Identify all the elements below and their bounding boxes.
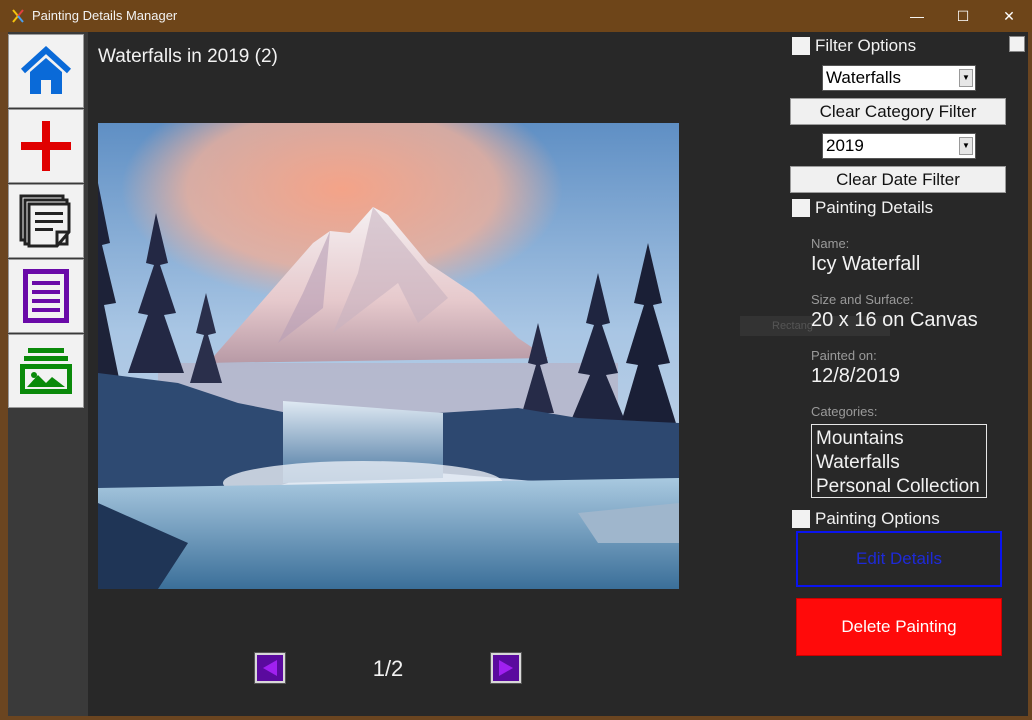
list-item: Waterfalls [816,452,900,473]
painting-image [98,123,679,589]
collapse-toggle-icon [792,199,810,217]
sidebar [8,32,88,716]
size-label: Size and Surface: [811,292,914,307]
minimize-icon: — [910,8,924,24]
painting-options-header[interactable]: Painting Options [792,509,940,529]
collapse-toggle-icon [792,37,810,55]
list-item: Mountains [816,428,904,449]
dropdown-arrow-icon: ▼ [959,137,973,155]
add-icon [21,121,71,171]
nav-list-button[interactable] [8,259,84,333]
clear-category-button[interactable]: Clear Category Filter [790,98,1006,125]
category-select-value: Waterfalls [826,68,901,87]
painted-on-label: Painted on: [811,348,877,363]
edit-details-button[interactable]: Edit Details [796,531,1002,587]
app-icon [12,9,24,23]
documents-icon [19,194,71,248]
delete-painting-button[interactable]: Delete Painting [796,598,1002,656]
page-indicator: 1/2 [372,656,404,681]
next-page-button[interactable] [490,652,522,684]
app-window: Painting Details Manager — ☐ ✕ Waterfall… [0,0,1032,720]
categories-list[interactable]: Mountains Waterfalls Personal Collection [811,424,987,498]
category-select[interactable]: Waterfalls ▼ [822,65,976,91]
maximize-icon: ☐ [956,7,970,24]
size-value: 20 x 16 on Canvas [811,309,978,331]
nav-add-button[interactable] [8,109,84,183]
painting-options-title: Painting Options [815,509,940,528]
title-bar[interactable]: Painting Details Manager — ☐ ✕ [0,0,1032,32]
close-icon: ✕ [1003,7,1015,24]
nav-gallery-button[interactable] [8,334,84,408]
clear-date-button[interactable]: Clear Date Filter [790,166,1006,193]
arrow-left-icon [263,660,277,676]
painted-on-value: 12/8/2019 [811,365,900,387]
nav-documents-button[interactable] [8,184,84,258]
painting-details-title: Painting Details [815,198,934,217]
nav-home-button[interactable] [8,34,84,108]
main-area: Waterfalls in 2019 (2) Rectang 1/2 Filte… [8,32,1028,716]
home-icon [20,45,72,94]
filter-options-header[interactable]: Filter Options [792,36,916,56]
close-button[interactable]: ✕ [986,0,1032,32]
date-select-value: 2019 [826,136,864,155]
collapse-toggle-icon [792,510,810,528]
filter-options-title: Filter Options [815,36,917,55]
name-label: Name: [811,236,850,251]
painting-details-header[interactable]: Painting Details [792,198,933,218]
date-select[interactable]: 2019 ▼ [822,133,976,159]
previous-page-button[interactable] [254,652,286,684]
list-item: Personal Collection [816,476,980,497]
name-value: Icy Waterfall [811,253,921,275]
arrow-right-icon [499,660,513,676]
list-icon [23,269,69,323]
categories-label: Categories: [811,404,878,419]
panel-collapse-toggle[interactable] [1009,36,1025,52]
window-title: Painting Details Manager [32,8,178,23]
gallery-icon [20,348,72,394]
maximize-button[interactable]: ☐ [940,0,986,32]
page-title: Waterfalls in 2019 (2) [98,46,278,67]
minimize-button[interactable]: — [894,0,940,32]
dropdown-arrow-icon: ▼ [959,69,973,87]
